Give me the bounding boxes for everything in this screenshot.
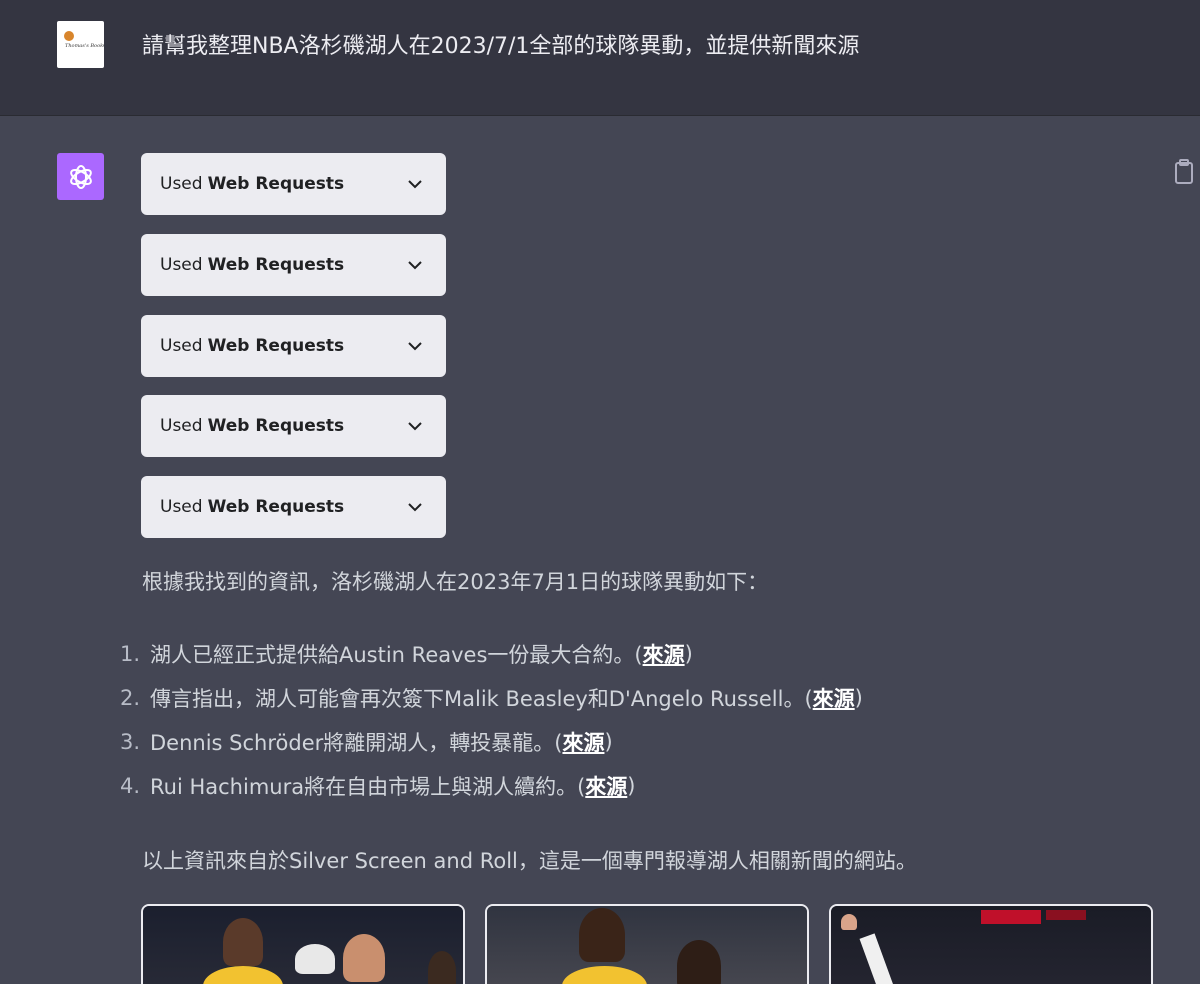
list-item-close: ) xyxy=(604,730,613,754)
news-image[interactable] xyxy=(485,904,809,984)
user-avatar: Thomas's BookClub xyxy=(57,21,104,68)
list-item-text: Dennis Schröder將離開湖人，轉投暴龍。( xyxy=(150,731,563,755)
list-item: 1. 湖人已經正式提供給Austin Reaves一份最大合約。(來源) xyxy=(110,632,1110,676)
source-link[interactable]: 來源 xyxy=(562,727,604,757)
list-number: 3. xyxy=(119,730,140,754)
list-item-text: 湖人已經正式提供給Austin Reaves一份最大合約。( xyxy=(150,643,643,667)
news-image[interactable] xyxy=(829,904,1153,984)
tool-call-web-requests[interactable]: Used Web Requests xyxy=(141,315,446,377)
list-item-close: ) xyxy=(627,774,636,798)
list-item: 3. Dennis Schröder將離開湖人，轉投暴龍。(來源) xyxy=(110,720,1110,764)
list-item: 4. Rui Hachimura將在自由市場上與湖人續約。(來源) xyxy=(110,764,1110,808)
chevron-down-icon xyxy=(408,180,422,189)
tool-call-name: Web Requests xyxy=(207,255,345,275)
list-item-close: ) xyxy=(684,642,693,666)
assistant-outro-text: 以上資訊來自於Silver Screen and Roll，這是一個專門報導湖人… xyxy=(142,849,917,873)
list-item-close: ) xyxy=(854,686,863,710)
tool-call-prefix: Used xyxy=(160,497,203,517)
tool-call-prefix: Used xyxy=(160,336,203,356)
list-number: 2. xyxy=(119,686,140,710)
basketball-icon xyxy=(64,31,74,41)
tool-call-prefix: Used xyxy=(160,255,203,275)
tool-call-prefix: Used xyxy=(160,174,203,194)
source-link[interactable]: 來源 xyxy=(585,771,627,801)
user-message-text: 請幫我整理NBA洛杉磯湖人在2023/7/1全部的球隊異動，並提供新聞來源 xyxy=(142,34,860,59)
tool-call-web-requests[interactable]: Used Web Requests xyxy=(141,476,446,538)
chevron-down-icon xyxy=(408,261,422,270)
tool-call-web-requests[interactable]: Used Web Requests xyxy=(141,395,446,457)
chevron-down-icon xyxy=(408,342,422,351)
tool-call-name: Web Requests xyxy=(207,174,345,194)
avatar-caption: Thomas's BookClub xyxy=(65,43,104,49)
tool-call-name: Web Requests xyxy=(207,497,345,517)
news-image[interactable] xyxy=(141,904,465,984)
chevron-down-icon xyxy=(408,422,422,431)
clipboard-icon[interactable] xyxy=(1172,158,1196,186)
source-link[interactable]: 來源 xyxy=(813,683,855,713)
openai-logo-icon xyxy=(57,153,104,200)
tool-call-web-requests[interactable]: Used Web Requests xyxy=(141,234,446,296)
tool-call-prefix: Used xyxy=(160,416,203,436)
transaction-list: 1. 湖人已經正式提供給Austin Reaves一份最大合約。(來源) 2. … xyxy=(110,632,1110,808)
list-number: 1. xyxy=(119,642,140,666)
chevron-down-icon xyxy=(408,503,422,512)
list-item-text: Rui Hachimura將在自由市場上與湖人續約。( xyxy=(150,775,586,799)
list-item-text: 傳言指出，湖人可能會再次簽下Malik Beasley和D'Angelo Rus… xyxy=(150,687,813,711)
tool-call-web-requests[interactable]: Used Web Requests xyxy=(141,153,446,215)
list-item: 2. 傳言指出，湖人可能會再次簽下Malik Beasley和D'Angelo … xyxy=(110,676,1110,720)
user-message-row: Thomas's BookClub 請幫我整理NBA洛杉磯湖人在2023/7/1… xyxy=(0,0,1200,116)
tool-call-name: Web Requests xyxy=(207,336,345,356)
tool-call-name: Web Requests xyxy=(207,416,345,436)
assistant-intro-text: 根據我找到的資訊，洛杉磯湖人在2023年7月1日的球隊異動如下： xyxy=(142,570,769,594)
list-number: 4. xyxy=(119,774,140,798)
source-link[interactable]: 來源 xyxy=(643,639,685,669)
